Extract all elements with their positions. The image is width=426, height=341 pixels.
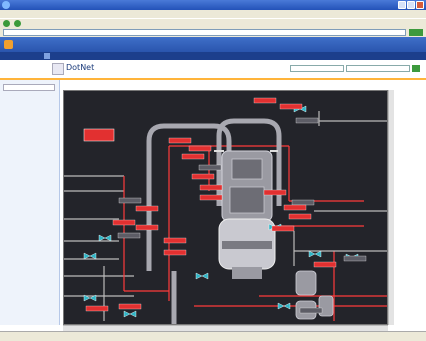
nav-tab-4[interactable] — [34, 53, 40, 59]
sharepoint-header — [0, 37, 426, 52]
tag-readout-box[interactable] — [163, 249, 187, 256]
forward-icon[interactable] — [14, 20, 21, 27]
search-button[interactable] — [412, 65, 420, 72]
nav-tab-5[interactable] — [44, 53, 50, 59]
menu-bar[interactable] — [0, 10, 426, 18]
valve-icon — [98, 234, 112, 242]
tag-readout-box[interactable] — [263, 189, 287, 196]
heat-exchanger-diagram — [63, 90, 388, 325]
tag-readout-box[interactable] — [199, 184, 223, 191]
tag-readout-box[interactable] — [188, 145, 212, 152]
tag-readout-box[interactable] — [295, 117, 319, 124]
alarm-box[interactable] — [83, 128, 115, 142]
site-title-block: DotNet — [66, 63, 94, 72]
valve-icon — [308, 250, 322, 258]
tag-readout-box[interactable] — [198, 164, 222, 171]
browser-titlebar — [0, 0, 426, 10]
browser-logo-icon — [2, 1, 10, 9]
tag-readout-box[interactable] — [288, 213, 312, 220]
valve-icon — [83, 252, 97, 260]
tag-readout-box[interactable] — [299, 307, 323, 314]
valve-icon — [123, 310, 137, 318]
address-input[interactable] — [3, 29, 406, 36]
nav-tab-2[interactable] — [14, 53, 20, 59]
left-navigation — [0, 80, 60, 325]
tag-readout-box[interactable] — [112, 219, 136, 226]
tag-readout-box[interactable] — [199, 194, 223, 201]
tag-readout-box[interactable] — [118, 197, 142, 204]
tag-readout-box[interactable] — [343, 255, 367, 262]
site-logo — [52, 63, 64, 75]
tag-readout-box[interactable] — [168, 137, 192, 144]
search-area — [290, 65, 420, 72]
process-diagram-svg — [64, 97, 387, 324]
site-title[interactable]: DotNet — [66, 63, 94, 72]
tag-readout-box[interactable] — [253, 97, 277, 104]
tag-readout-box[interactable] — [271, 225, 295, 232]
browser-statusbar — [0, 331, 426, 341]
tag-readout-box[interactable] — [291, 199, 315, 206]
tag-readout-box[interactable] — [283, 204, 307, 211]
close-button[interactable] — [416, 1, 424, 9]
tag-readout-box[interactable] — [85, 305, 109, 312]
minimize-button[interactable] — [398, 1, 406, 9]
sharepoint-logo-icon — [4, 40, 13, 49]
go-button[interactable] — [409, 29, 423, 36]
tag-readout-box[interactable] — [191, 173, 215, 180]
tag-readout-box[interactable] — [118, 303, 142, 310]
back-icon[interactable] — [3, 20, 10, 27]
tag-readout-box[interactable] — [181, 153, 205, 160]
search-input[interactable] — [346, 65, 410, 72]
window-controls — [398, 1, 424, 9]
tag-readout-box[interactable] — [135, 205, 159, 212]
valve-icon — [195, 272, 209, 280]
search-scope-select[interactable] — [290, 65, 344, 72]
heat-exchanger-vessel — [214, 150, 278, 279]
nav-tab-6[interactable] — [54, 53, 60, 59]
left-nav-box[interactable] — [3, 84, 55, 91]
tag-readout-box[interactable] — [117, 232, 141, 239]
tag-readout-box[interactable] — [279, 103, 303, 110]
tag-readout-box[interactable] — [135, 224, 159, 231]
nav-tab-1[interactable] — [4, 53, 10, 59]
tag-readout-box[interactable] — [313, 261, 337, 268]
valve-icon — [277, 302, 291, 310]
address-bar — [0, 28, 426, 37]
maximize-button[interactable] — [407, 1, 415, 9]
vertical-scrollbar[interactable] — [388, 90, 394, 325]
nav-tab-3[interactable] — [24, 53, 30, 59]
browser-toolbar — [0, 18, 426, 28]
tag-readout-box[interactable] — [163, 237, 187, 244]
top-navigation — [0, 52, 426, 60]
